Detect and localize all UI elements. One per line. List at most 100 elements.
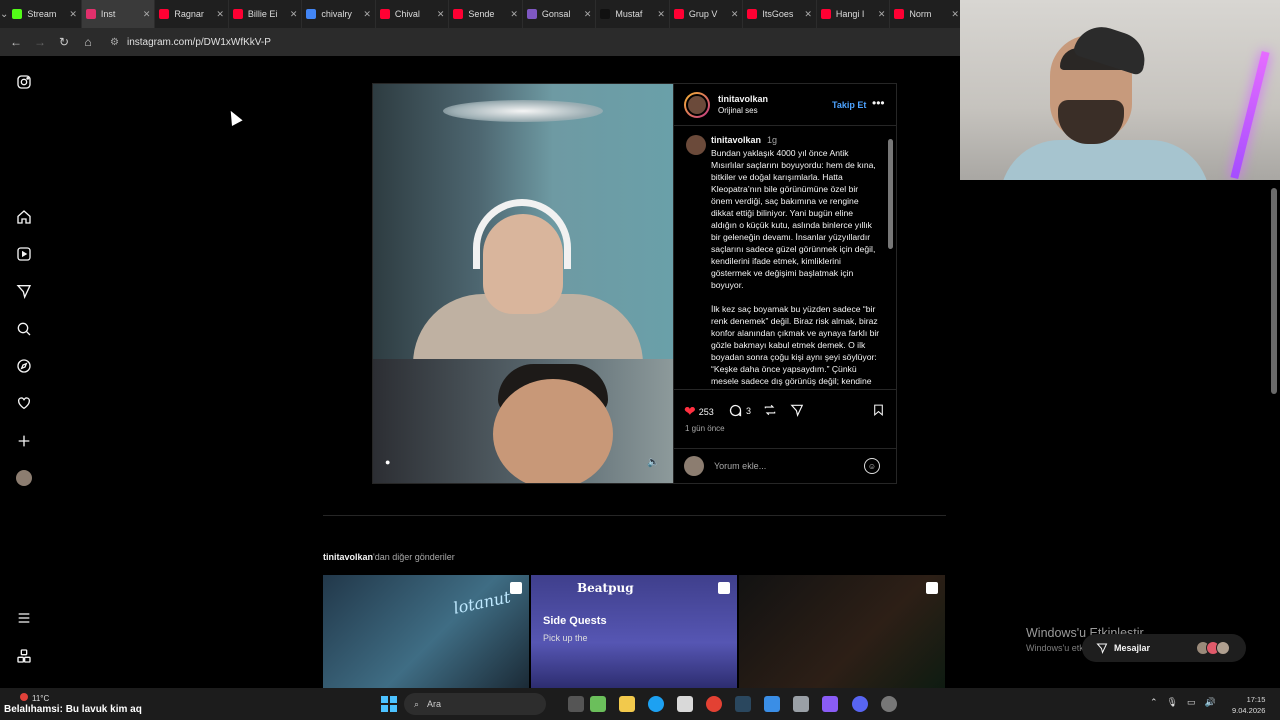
browser-tab[interactable]: chivalry ✕ xyxy=(302,0,376,28)
more-menu-icon[interactable] xyxy=(14,608,34,628)
caption-scrollbar[interactable] xyxy=(888,129,893,388)
reel-icon xyxy=(926,582,938,594)
tagged-user-icon[interactable]: ● xyxy=(385,457,399,471)
forward-arrow-icon[interactable]: → xyxy=(30,32,50,52)
comment-composer: Yorum ekle... ☺ xyxy=(674,448,897,482)
browser-tab[interactable]: Gonsal ✕ xyxy=(523,0,597,28)
tab-close-icon[interactable]: ✕ xyxy=(731,9,739,20)
weather-widget[interactable]: 11°C xyxy=(20,693,49,703)
file-explorer-icon[interactable] xyxy=(619,696,635,712)
tab-close-icon[interactable]: ✕ xyxy=(143,9,151,20)
profile-avatar[interactable] xyxy=(14,468,34,488)
tab-close-icon[interactable]: ✕ xyxy=(437,9,445,20)
tab-close-icon[interactable]: ✕ xyxy=(878,9,886,20)
browser-tab[interactable]: Stream ✕ xyxy=(8,0,82,28)
tab-close-icon[interactable]: ✕ xyxy=(584,9,592,20)
obs-icon[interactable] xyxy=(822,696,838,712)
more-post-thumbnail[interactable]: lotanut xyxy=(323,575,529,688)
chrome-icon[interactable] xyxy=(706,696,722,712)
tab-close-icon[interactable]: ✕ xyxy=(290,9,298,20)
home-icon[interactable] xyxy=(14,207,34,227)
tab-close-icon[interactable]: ✕ xyxy=(657,9,665,20)
audio-toggle-icon[interactable]: 🔈 xyxy=(647,457,661,471)
home-icon[interactable]: ⌂ xyxy=(78,32,98,52)
photos-icon[interactable] xyxy=(764,696,780,712)
browser-tab-strip: ⌄ Stream ✕ Inst ✕ Ragnar ✕ Billie Ei ✕ chivalry ✕… xyxy=(0,0,964,28)
browser-tab[interactable]: Mustaf ✕ xyxy=(596,0,670,28)
site-info-icon[interactable]: ⚙ xyxy=(110,37,119,48)
browser-tab[interactable]: Chival ✕ xyxy=(376,0,450,28)
browser-tab[interactable]: Hangi I ✕ xyxy=(817,0,891,28)
chevron-up-icon[interactable]: ⌃ xyxy=(1150,697,1158,708)
tab-close-icon[interactable]: ✕ xyxy=(363,9,371,20)
more-posts-owner[interactable]: tinitavolkan xyxy=(323,552,373,562)
microphone-icon[interactable]: 🎙 xyxy=(1167,697,1178,708)
author-username[interactable]: tinitavolkan xyxy=(718,94,768,104)
follow-button[interactable]: Takip Et xyxy=(832,100,866,110)
comment-input[interactable]: Yorum ekle... xyxy=(714,461,766,471)
repost-icon[interactable] xyxy=(763,403,777,417)
tab-search-chevron-icon[interactable]: ⌄ xyxy=(0,0,8,28)
caption-author-avatar[interactable] xyxy=(686,135,706,155)
system-clock[interactable]: 17:15 9.04.2026 xyxy=(1232,694,1265,716)
explore-compass-icon[interactable] xyxy=(14,356,34,376)
reload-icon[interactable]: ↻ xyxy=(54,32,74,52)
more-post-thumbnail[interactable] xyxy=(739,575,945,688)
reel-icon xyxy=(718,582,730,594)
system-tray: ⌃ 🎙 ▭ 🔊 xyxy=(1150,697,1216,708)
copilot-icon[interactable] xyxy=(590,696,606,712)
author-avatar[interactable] xyxy=(684,91,710,118)
save-bookmark-icon[interactable] xyxy=(872,403,885,417)
direct-messages-icon[interactable] xyxy=(14,281,34,301)
page-scrollbar[interactable] xyxy=(1271,188,1277,688)
browser-tab[interactable]: Norm ✕ xyxy=(890,0,964,28)
post-actions: ❤ 253 3 xyxy=(674,400,897,420)
edge-icon[interactable] xyxy=(648,696,664,712)
address-bar[interactable]: ⚙ instagram.com/p/DW1xWfKkV-P xyxy=(110,37,271,48)
posted-time[interactable]: 1 gün önce xyxy=(685,424,725,433)
task-view-icon[interactable] xyxy=(568,696,584,712)
reels-icon[interactable] xyxy=(14,244,34,264)
emoji-icon[interactable]: ☺ xyxy=(864,458,880,474)
tab-close-icon[interactable]: ✕ xyxy=(510,9,518,20)
share-icon[interactable] xyxy=(790,403,804,417)
post-details: tinitavolkan Orijinal ses Takip Et ••• t… xyxy=(673,84,897,483)
post-video[interactable]: ● 🔈 xyxy=(373,84,673,483)
tab-close-icon[interactable]: ✕ xyxy=(216,9,224,20)
audio-label[interactable]: Orijinal ses xyxy=(718,106,768,115)
create-plus-icon[interactable] xyxy=(14,431,34,451)
browser-tab[interactable]: Ragnar ✕ xyxy=(155,0,229,28)
discord-icon[interactable] xyxy=(852,696,868,712)
like-button[interactable]: ❤ 253 xyxy=(684,403,714,420)
tab-close-icon[interactable]: ✕ xyxy=(951,9,959,20)
more-post-thumbnail[interactable]: Beatpug Side Quests Pick up the xyxy=(531,575,737,688)
back-arrow-icon[interactable]: ← xyxy=(6,32,26,52)
app-icon[interactable] xyxy=(881,696,897,712)
more-options-icon[interactable]: ••• xyxy=(872,96,885,110)
windows-start-icon[interactable] xyxy=(381,696,397,712)
messages-pill[interactable]: Mesajlar xyxy=(1082,634,1246,662)
caption-author-username[interactable]: tinitavolkan xyxy=(711,135,761,145)
steam-icon[interactable] xyxy=(735,696,751,712)
browser-tab[interactable]: Inst ✕ xyxy=(81,0,156,28)
volume-icon[interactable]: 🔊 xyxy=(1205,697,1216,708)
tab-favicon-icon xyxy=(673,9,684,19)
comment-button[interactable]: 3 xyxy=(728,403,751,418)
browser-tab[interactable]: Sende ✕ xyxy=(449,0,523,28)
instagram-logo-icon[interactable] xyxy=(14,72,34,92)
display-icon[interactable]: ▭ xyxy=(1187,697,1196,708)
search-icon[interactable] xyxy=(14,319,34,339)
taskbar-search[interactable]: ⌕ Ara xyxy=(404,693,546,715)
browser-tab[interactable]: Billie Ei ✕ xyxy=(229,0,303,28)
tab-close-icon[interactable]: ✕ xyxy=(804,9,812,20)
comment-count: 3 xyxy=(746,405,752,416)
browser-tab[interactable]: ItsGoes ✕ xyxy=(743,0,817,28)
store-icon[interactable] xyxy=(677,696,693,712)
also-from-meta-icon[interactable] xyxy=(14,646,34,666)
message-avatars xyxy=(1196,641,1231,655)
notifications-heart-icon[interactable] xyxy=(14,393,34,413)
caption-time: 1g xyxy=(767,135,778,145)
settings-gear-icon[interactable] xyxy=(793,696,809,712)
browser-tab[interactable]: Grup V ✕ xyxy=(670,0,744,28)
tab-close-icon[interactable]: ✕ xyxy=(69,9,77,20)
